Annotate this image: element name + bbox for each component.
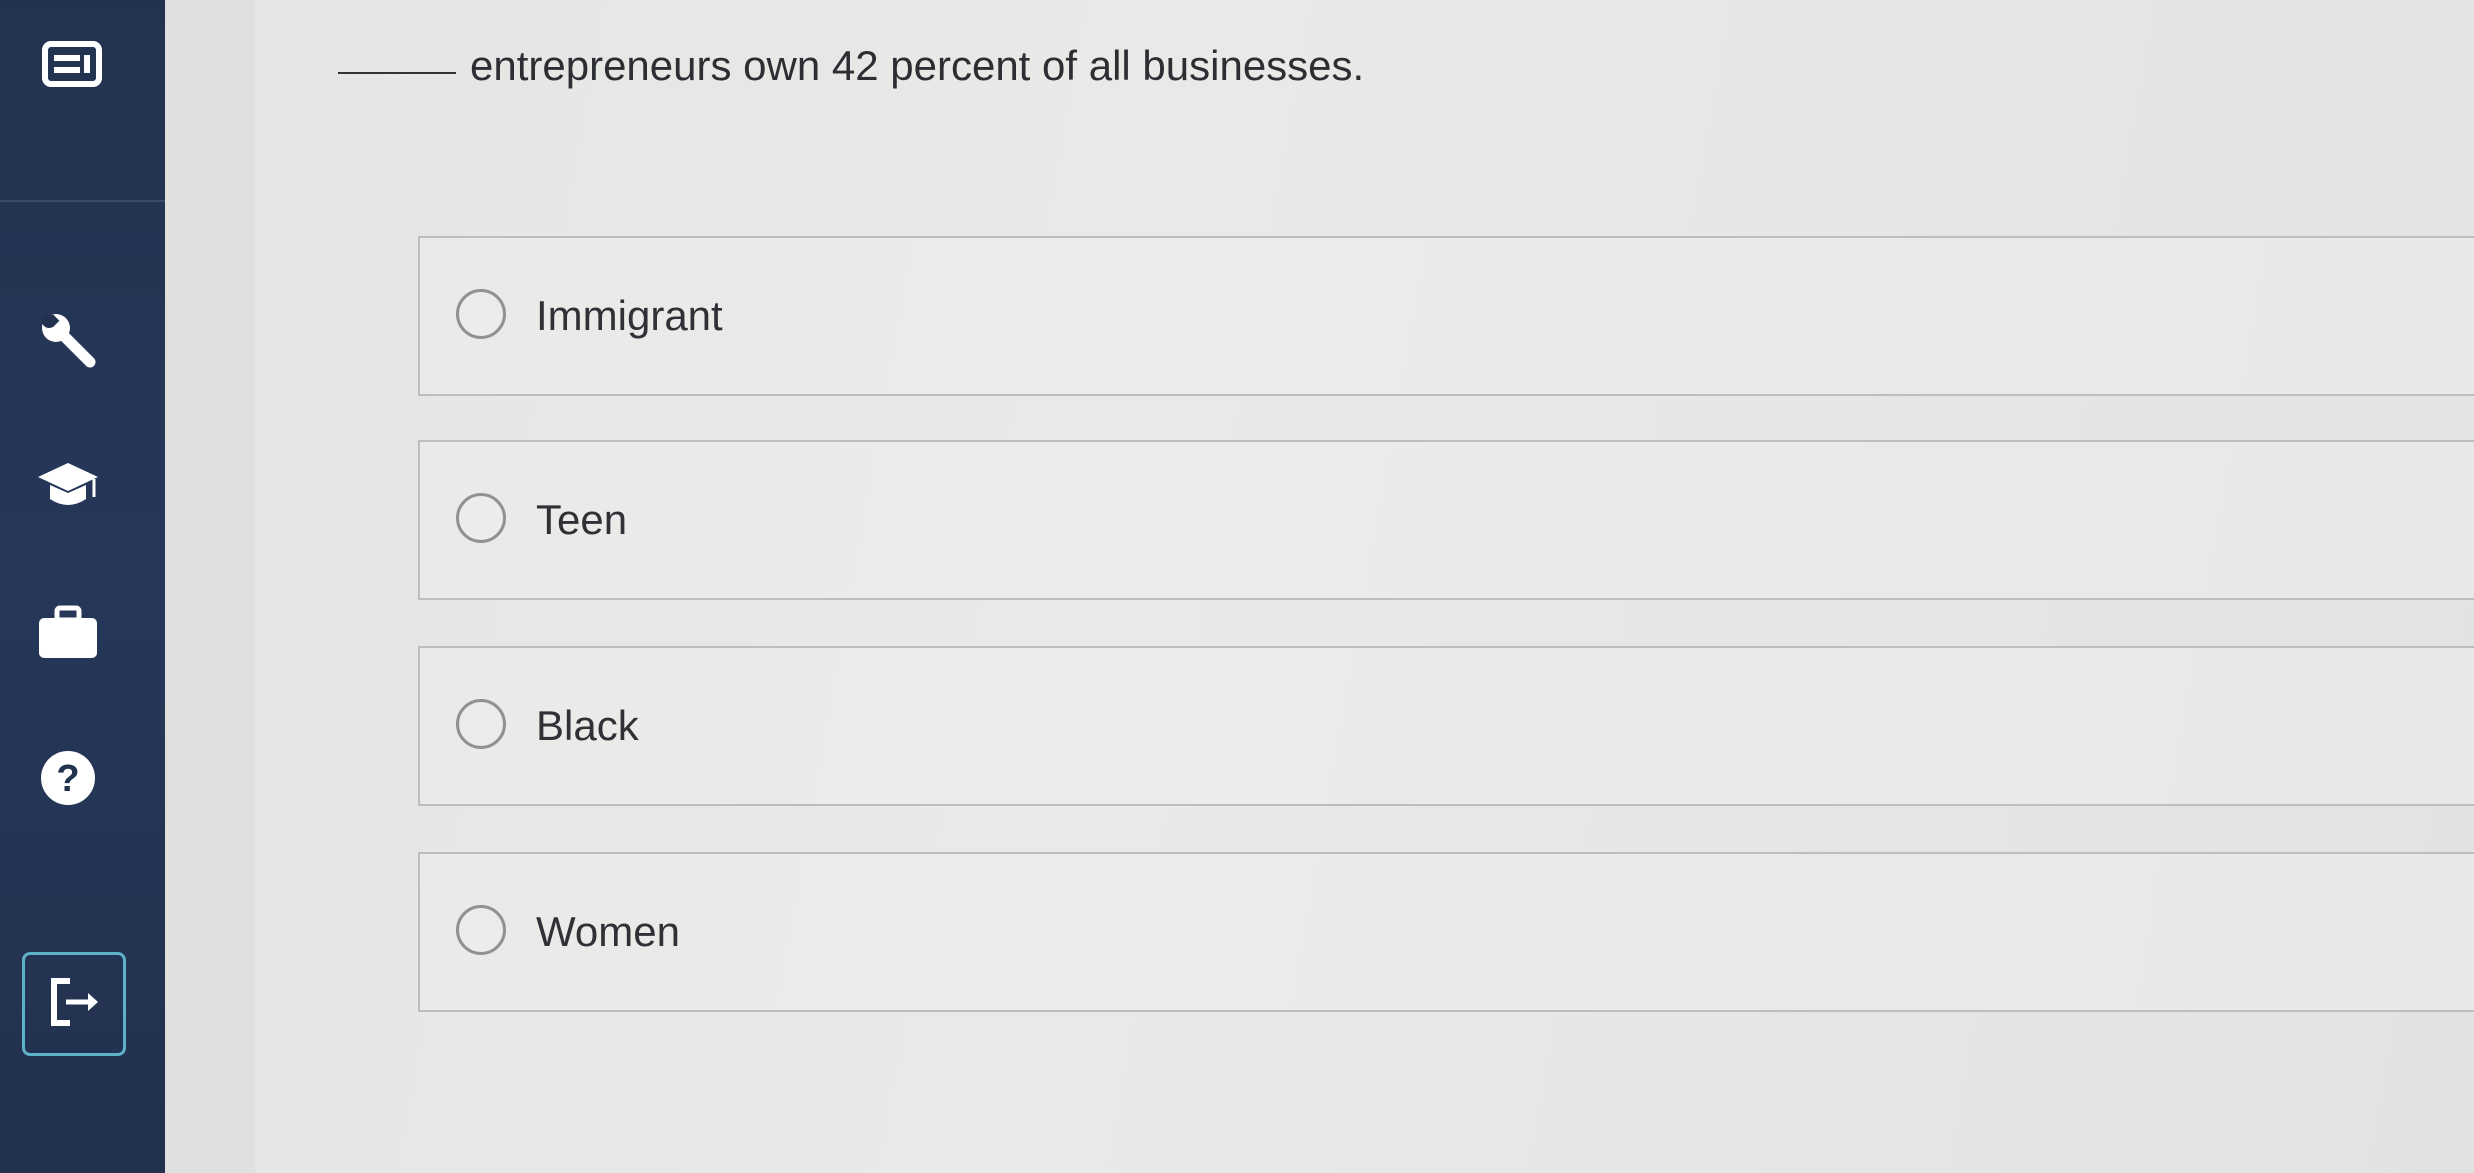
answer-option-label: Immigrant xyxy=(536,292,723,339)
graduation-cap-icon[interactable] xyxy=(28,446,108,526)
radio-button[interactable] xyxy=(456,289,506,339)
answer-option-4[interactable]: Women xyxy=(418,852,2474,1012)
answer-option-1[interactable]: Immigrant xyxy=(418,236,2474,396)
exit-icon xyxy=(48,977,100,1032)
sidebar-header xyxy=(0,0,165,202)
radio-button[interactable] xyxy=(456,699,506,749)
radio-button[interactable] xyxy=(456,493,506,543)
answer-option-3[interactable]: Black xyxy=(418,646,2474,806)
help-icon[interactable]: ? xyxy=(28,738,108,818)
menu-list-icon[interactable] xyxy=(32,24,112,104)
svg-text:?: ? xyxy=(56,758,79,800)
answer-option-2[interactable]: Teen xyxy=(418,440,2474,600)
answer-option-label: Teen xyxy=(536,496,628,543)
wrench-icon[interactable] xyxy=(28,300,108,380)
briefcase-icon[interactable] xyxy=(28,592,108,672)
question-text: entrepreneurs own 42 percent of all busi… xyxy=(470,42,1365,89)
content-margin xyxy=(165,0,255,1173)
sidebar: ? xyxy=(0,0,165,1173)
answer-option-label: Black xyxy=(536,702,639,749)
question-prompt: entrepreneurs own 42 percent of all busi… xyxy=(338,42,1364,90)
answer-option-label: Women xyxy=(536,908,680,955)
exit-button[interactable] xyxy=(22,952,126,1056)
radio-button[interactable] xyxy=(456,905,506,955)
quiz-page: ? entrepreneurs own 42 percent of all bu… xyxy=(0,0,2474,1173)
fill-blank xyxy=(338,72,456,74)
